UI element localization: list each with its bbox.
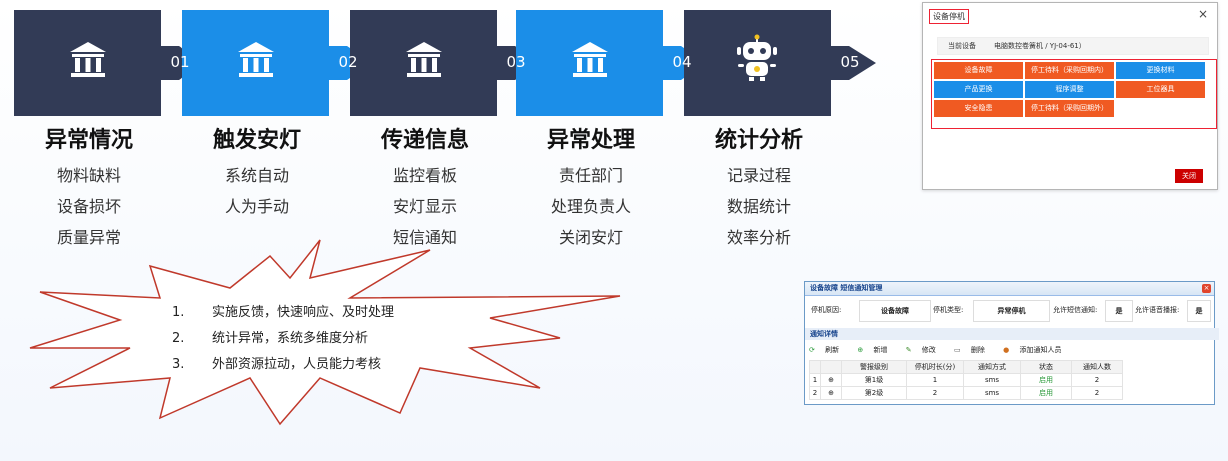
add-contact-button[interactable]: ● 添加通知人员 (1003, 346, 1069, 354)
refresh-button[interactable]: ⟳ 刷新 (809, 346, 847, 354)
close-button[interactable]: 关闭 (1175, 169, 1203, 183)
list-item: 设备损坏 (56, 197, 121, 216)
edit-button[interactable]: ✎ 修改 (906, 346, 944, 354)
reason-button[interactable]: 设备故障 (934, 62, 1023, 79)
device-stop-dialog: 设备停机 × 当前设备 电脑数控卷簧机 / YJ-04-61） 设备故障 停工待… (922, 2, 1218, 190)
type-field[interactable]: 异常停机 (973, 300, 1050, 322)
table-row[interactable]: 2 ⊕ 第2级 2 sms 启用 2 (809, 386, 1123, 400)
reason-label: 停机原因: (811, 306, 842, 314)
reason-button[interactable]: 停工待料（采购回期外） (1025, 100, 1114, 117)
dialog-title: 设备故障 短信通知管理 (805, 282, 1214, 296)
column-header: 警报级别 (841, 360, 907, 374)
sms-label: 允许短信通知: (1053, 306, 1098, 314)
callout-list: 1. 实施反馈，快速响应、及时处理 2. 统计异常，系统多维度分析 3. 外部资源拉动… (172, 300, 394, 378)
delete-icon: ▭ (954, 346, 961, 354)
reason-button[interactable]: 产品更换 (934, 81, 1023, 98)
reason-button[interactable]: 程序调整 (1025, 81, 1114, 98)
sms-field[interactable]: 是 (1105, 300, 1133, 322)
toolbar: ⟳ 刷新 ⊕ 新增 ✎ 修改 ▭ 删除 ● 添加通知人员 (809, 343, 1077, 357)
bank-icon (572, 42, 608, 77)
list-item: 安灯显示 (392, 197, 457, 216)
expand-icon[interactable]: ⊕ (820, 373, 842, 387)
list-item: 记录过程 (726, 166, 791, 185)
bank-icon (406, 42, 442, 77)
reason-button[interactable]: 更换材料 (1116, 62, 1205, 79)
list-item: 2. 统计异常，系统多维度分析 (172, 331, 369, 346)
table-header: 警报级别 停机时长(分) 通知方式 状态 通知人数 (809, 360, 1123, 374)
type-label: 停机类型: (933, 306, 964, 314)
dialog-title: 设备停机 (929, 9, 969, 24)
list-item: 责任部门 (558, 166, 623, 185)
step-3-title: 传递信息 (380, 128, 469, 153)
sms-notification-dialog: 设备故障 短信通知管理 × 停机原因: 设备故障 停机类型: 异常停机 允许短信… (804, 281, 1219, 405)
device-label: 当前设备 (948, 42, 976, 50)
current-device-row: 当前设备 电脑数控卷簧机 / YJ-04-61） (937, 37, 1209, 55)
step-5-title: 统计分析 (714, 128, 803, 153)
step-4-number: 04 (672, 53, 692, 71)
list-item: 人为手动 (224, 197, 289, 216)
step-3-number: 03 (506, 53, 526, 71)
pencil-icon: ✎ (905, 346, 912, 354)
step-2-title: 触发安灯 (212, 128, 301, 153)
reason-button[interactable]: 安全隐患 (934, 100, 1023, 117)
list-item: 处理负责人 (550, 197, 631, 216)
list-item: 物料缺料 (56, 166, 121, 185)
stop-reason-grid: 设备故障 停工待料（采购回期内） 更换材料 产品更换 程序调整 工位器具 安全隐… (931, 59, 1217, 129)
step-5-number: 05 (840, 53, 860, 71)
refresh-icon: ⟳ (809, 346, 815, 354)
expand-icon[interactable]: ⊕ (820, 386, 842, 400)
step-2-number: 02 (338, 53, 358, 71)
step-4-title: 异常处理 (546, 128, 635, 153)
column-header: 通知方式 (963, 360, 1021, 374)
column-header: 停机时长(分) (906, 360, 964, 374)
step-2-items: 系统自动 人为手动 (182, 160, 332, 222)
list-item: 系统自动 (224, 166, 289, 185)
reason-button[interactable]: 工位器具 (1116, 81, 1205, 98)
bank-icon (70, 42, 106, 77)
column-header: 通知人数 (1071, 360, 1123, 374)
device-value: 电脑数控卷簧机 / YJ-04-61） (994, 42, 1086, 50)
list-item: 1. 实施反馈，快速响应、及时处理 (172, 305, 395, 320)
close-icon[interactable]: × (1198, 7, 1208, 21)
section-title: 通知详情 (805, 328, 1219, 340)
column-header: 状态 (1020, 360, 1072, 374)
reason-button[interactable]: 停工待料（采购回期内） (1025, 62, 1114, 79)
step-5-items: 记录过程 数据统计 效率分析 (684, 160, 834, 253)
voice-label: 允许语音播报: (1135, 306, 1180, 314)
bank-icon (238, 42, 274, 77)
list-item: 监控看板 (392, 166, 457, 185)
notification-table: 警报级别 停机时长(分) 通知方式 状态 通知人数 1 ⊕ 第1级 1 sms … (809, 360, 1123, 400)
step-1-number: 01 (170, 53, 190, 71)
list-item: 数据统计 (726, 197, 791, 216)
voice-field[interactable]: 是 (1187, 300, 1211, 322)
delete-button[interactable]: ▭ 删除 (954, 346, 993, 354)
form-row: 停机原因: 设备故障 停机类型: 异常停机 允许短信通知: 是 允许语音播报: … (809, 300, 1211, 322)
reason-field[interactable]: 设备故障 (859, 300, 931, 322)
step-1-title: 异常情况 (44, 128, 133, 153)
close-icon[interactable]: × (1202, 284, 1211, 293)
list-item: 效率分析 (726, 228, 791, 247)
add-button[interactable]: ⊕ 新增 (857, 346, 895, 354)
user-icon: ● (1003, 346, 1010, 354)
robot-icon (737, 34, 777, 81)
plus-icon: ⊕ (857, 346, 864, 354)
table-row[interactable]: 1 ⊕ 第1级 1 sms 启用 2 (809, 373, 1123, 387)
list-item: 3. 外部资源拉动，人员能力考核 (172, 357, 382, 372)
